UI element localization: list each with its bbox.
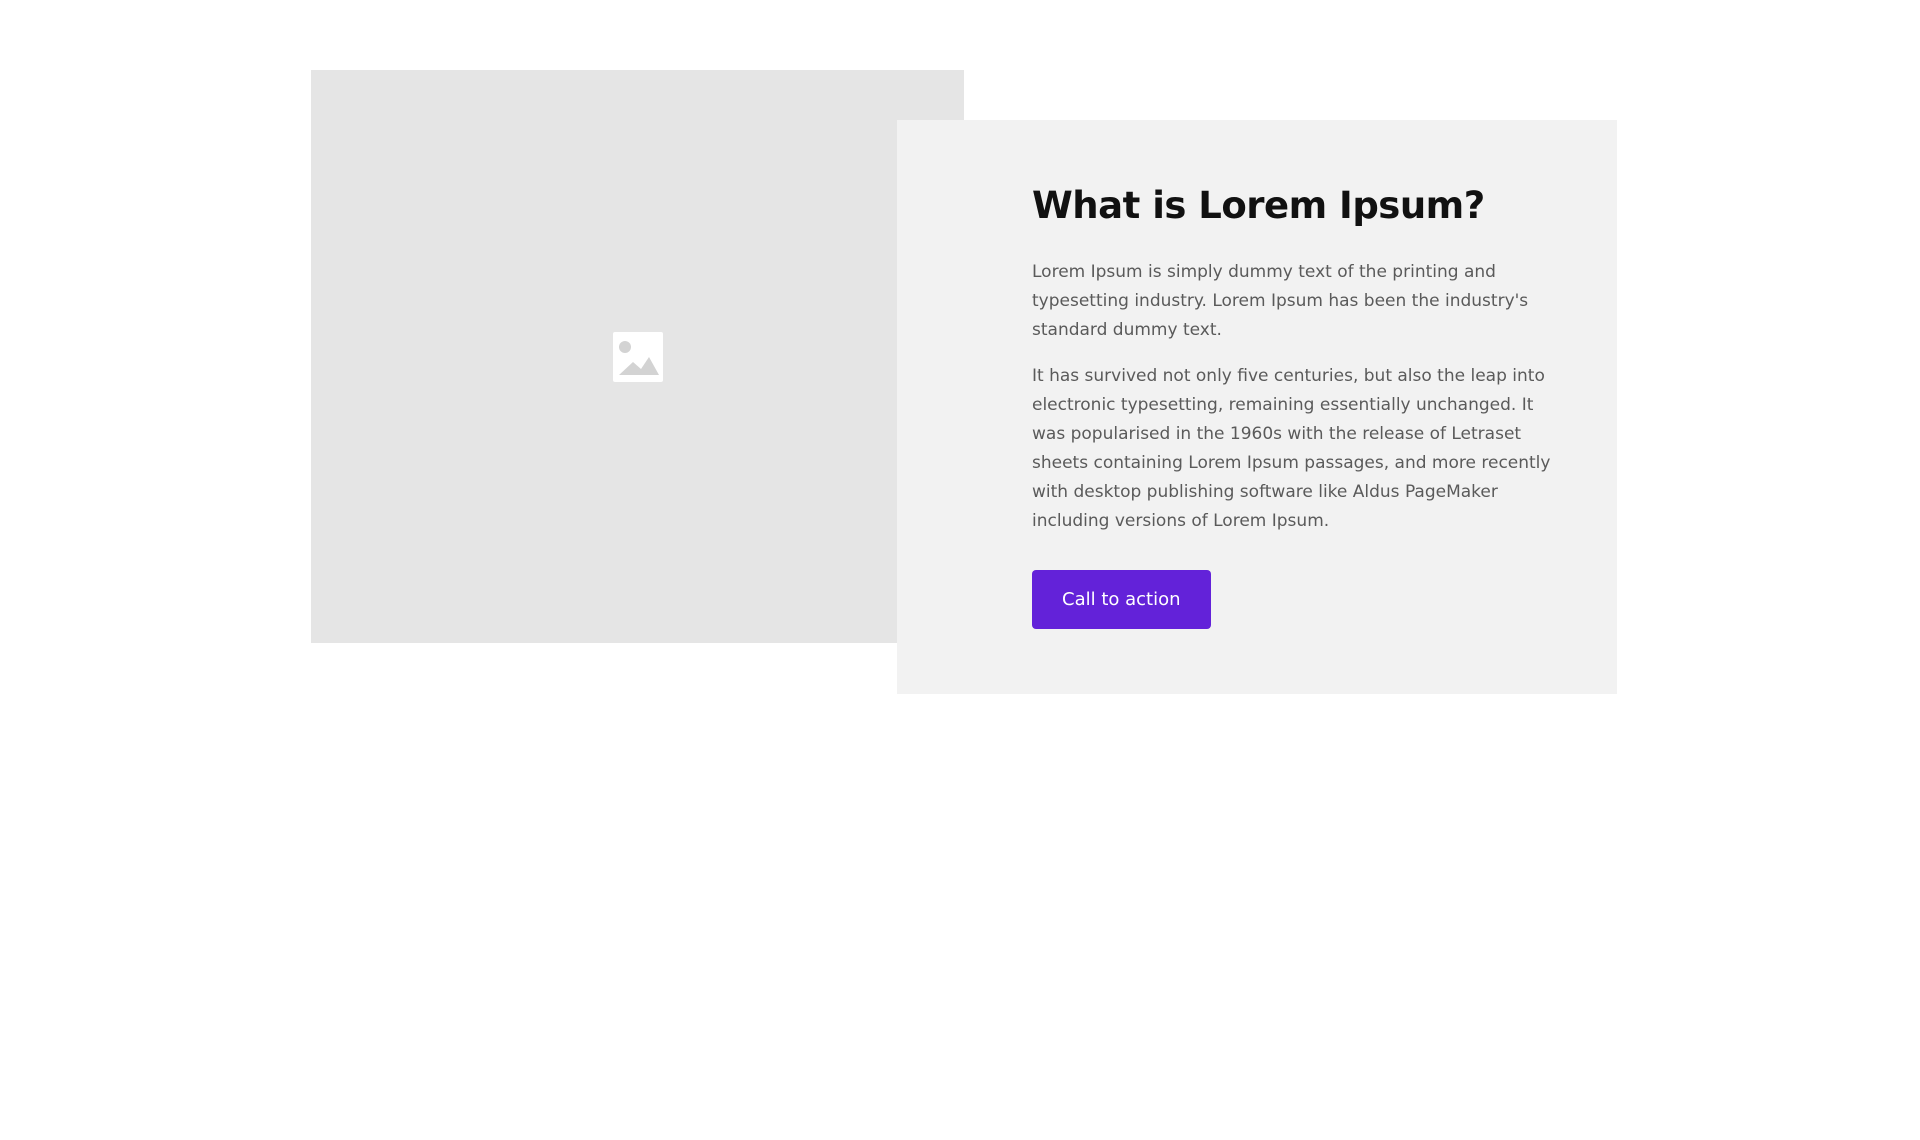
image-placeholder [311,70,964,643]
history-paragraph: It has survived not only five centuries,… [1032,366,1551,532]
intro-paragraph: Lorem Ipsum is simply dummy text of the … [1032,262,1529,341]
content-inner: What is Lorem Ipsum? Lorem Ipsum is simp… [1032,184,1552,630]
content-section: What is Lorem Ipsum? Lorem Ipsum is simp… [0,0,1920,1140]
content-card: What is Lorem Ipsum? Lorem Ipsum is simp… [897,120,1617,694]
call-to-action-button[interactable]: Call to action [1032,570,1211,630]
image-placeholder-icon [613,332,663,382]
section-heading: What is Lorem Ipsum? [1032,184,1485,227]
